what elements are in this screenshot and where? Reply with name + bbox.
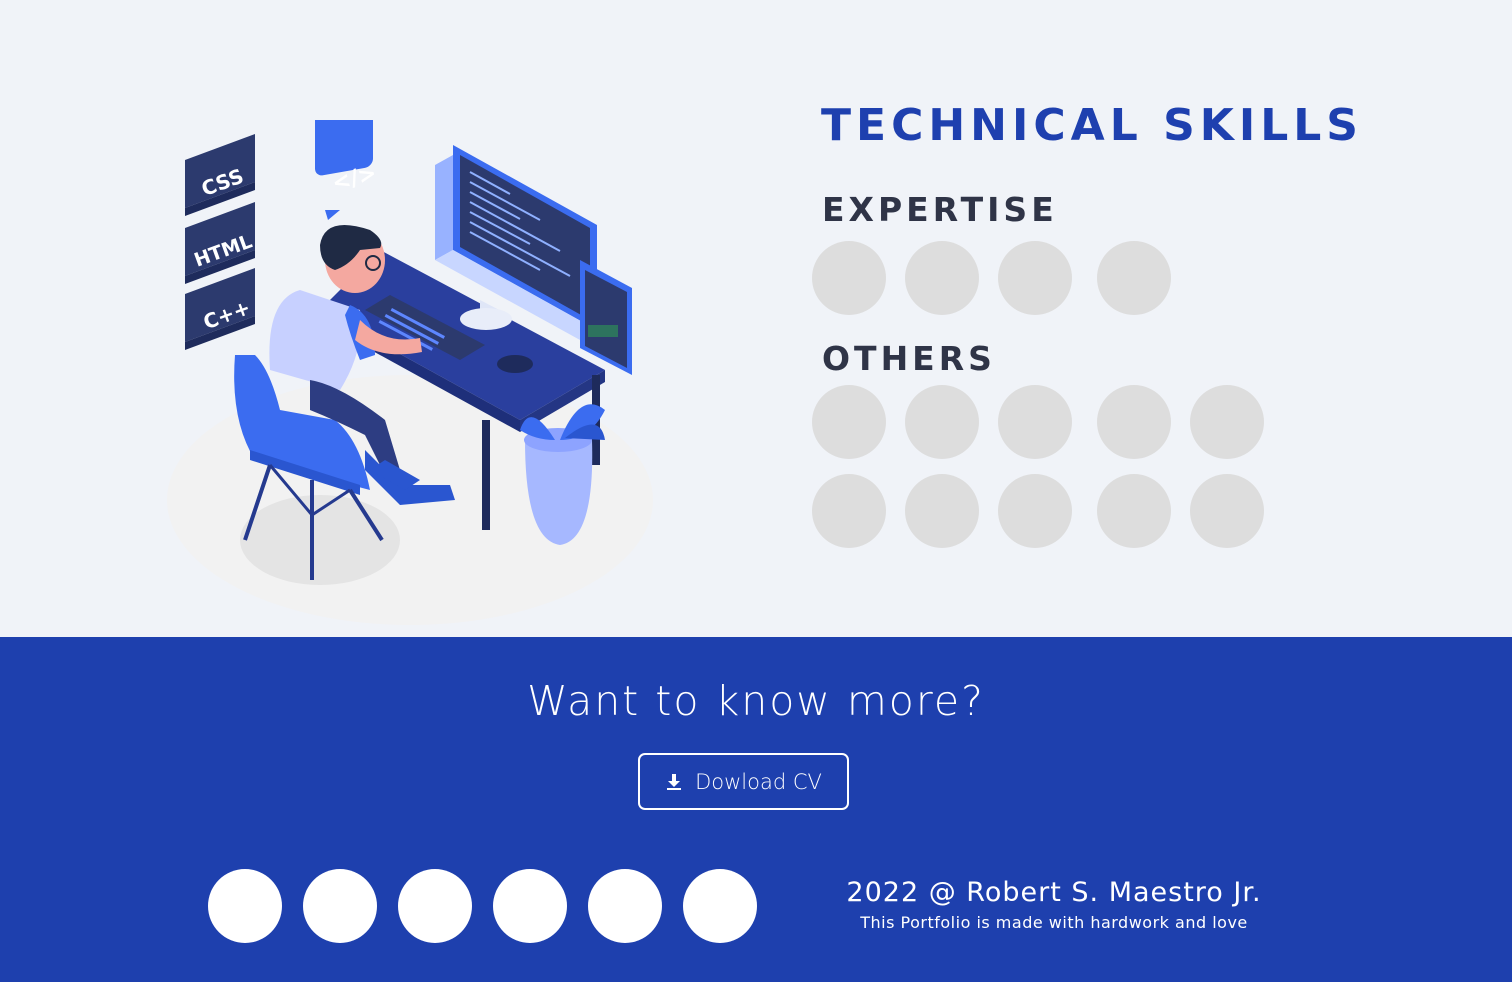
social-link[interactable] bbox=[303, 869, 377, 943]
download-icon bbox=[667, 773, 682, 790]
social-link[interactable] bbox=[588, 869, 662, 943]
expertise-skill-icon bbox=[998, 241, 1072, 315]
cta-heading: Want to know more? bbox=[527, 677, 985, 725]
badge-css: CSS bbox=[185, 134, 255, 216]
developer-illustration: </> CSS HTML C++ bbox=[167, 120, 653, 625]
social-link[interactable] bbox=[493, 869, 567, 943]
expertise-skill-icon bbox=[1097, 241, 1171, 315]
download-cv-button[interactable]: Dowload CV bbox=[638, 753, 849, 810]
other-skill-icon bbox=[905, 385, 979, 459]
other-skill-icon bbox=[905, 474, 979, 548]
social-link[interactable] bbox=[398, 869, 472, 943]
expertise-heading: EXPERTISE bbox=[822, 190, 1058, 229]
other-skill-icon bbox=[1190, 385, 1264, 459]
footer: Want to know more? Dowload CV 2022 @ Rob… bbox=[0, 637, 1512, 982]
other-skill-icon bbox=[812, 474, 886, 548]
download-cv-label: Dowload CV bbox=[695, 769, 822, 794]
social-link[interactable] bbox=[208, 869, 282, 943]
tagline-text: This Portfolio is made with hardwork and… bbox=[860, 913, 1248, 932]
other-skill-icon bbox=[998, 385, 1072, 459]
expertise-skill-icon bbox=[905, 241, 979, 315]
technical-skills-heading: TECHNICAL SKILLS bbox=[821, 100, 1363, 151]
copyright-text: 2022 @ Robert S. Maestro Jr. bbox=[846, 877, 1262, 908]
other-skill-icon bbox=[998, 474, 1072, 548]
other-skill-icon bbox=[1190, 474, 1264, 548]
other-skill-icon bbox=[1097, 385, 1171, 459]
others-heading: OTHERS bbox=[822, 339, 996, 378]
other-skill-icon bbox=[1097, 474, 1171, 548]
expertise-skill-icon bbox=[812, 241, 886, 315]
badge-cpp: C++ bbox=[185, 268, 255, 350]
social-link[interactable] bbox=[683, 869, 757, 943]
badge-html: HTML bbox=[185, 202, 255, 284]
skills-section: </> CSS HTML C++ TECHNICAL SKILLS EXPERT… bbox=[0, 0, 1512, 637]
other-skill-icon bbox=[812, 385, 886, 459]
